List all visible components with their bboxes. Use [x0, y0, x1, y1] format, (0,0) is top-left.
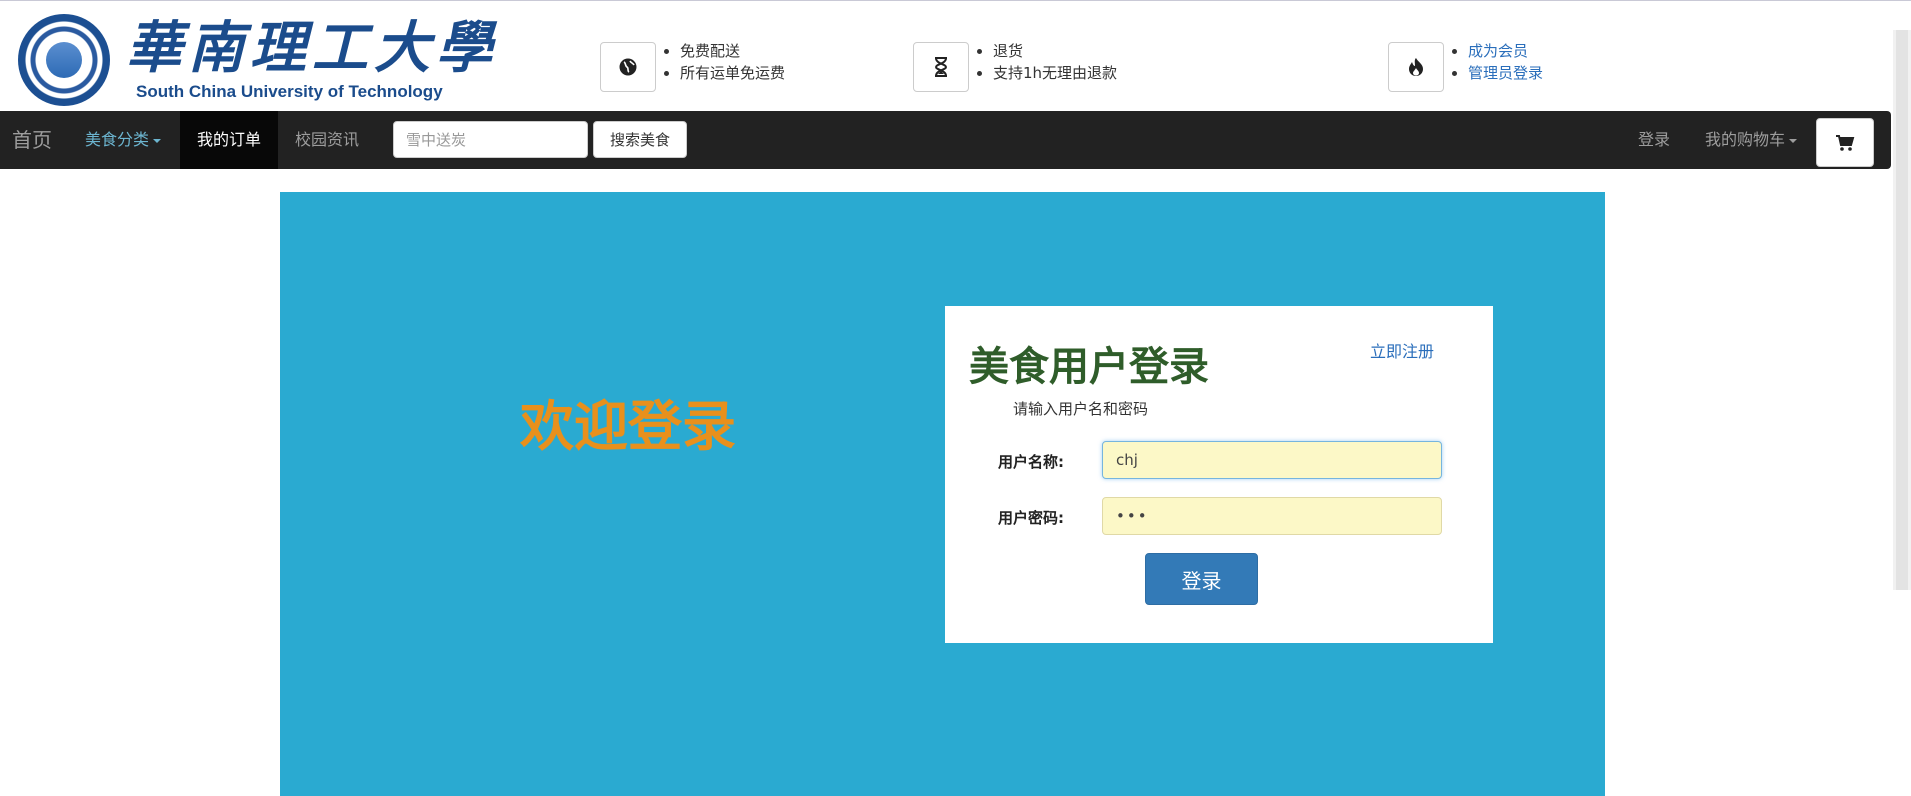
login-panel: 欢迎登录 美食用户登录 立即注册 请输入用户名和密码 用户名称: 用户密码: 登…	[280, 192, 1605, 796]
become-member-item: 成为会员	[1468, 40, 1543, 62]
university-logo[interactable]: 華南理工大學 South China University of Technol…	[18, 14, 492, 106]
hourglass-icon	[913, 42, 969, 92]
login-submit-button[interactable]: 登录	[1145, 553, 1258, 605]
logo-chinese-name: 華南理工大學	[126, 15, 498, 81]
nav-category-dropdown[interactable]: 美食分类	[85, 111, 162, 169]
feature-item: 免费配送	[680, 40, 785, 62]
globe-icon	[600, 42, 656, 92]
admin-login-link[interactable]: 管理员登录	[1468, 64, 1543, 82]
feature-item: 所有运单免运费	[680, 62, 785, 84]
password-label: 用户密码:	[998, 509, 1064, 527]
page-scrollbar[interactable]	[1893, 30, 1911, 590]
nav-home[interactable]: 首页	[12, 111, 52, 169]
password-field[interactable]	[1102, 497, 1442, 535]
nav-cart-dropdown[interactable]: 我的购物车	[1705, 111, 1798, 169]
login-title: 美食用户登录	[969, 344, 1209, 390]
search-button[interactable]: 搜索美食	[593, 121, 687, 158]
shopping-cart-icon	[1836, 134, 1855, 151]
nav-cart-label: 我的购物车	[1705, 130, 1786, 149]
login-card: 美食用户登录 立即注册 请输入用户名和密码 用户名称: 用户密码: 登录	[945, 306, 1493, 643]
admin-login-item: 管理员登录	[1468, 62, 1543, 84]
main-navbar: 首页 美食分类 我的订单 校园资讯 搜索美食 登录 我的购物车	[0, 111, 1891, 169]
username-field[interactable]	[1102, 441, 1442, 479]
become-member-link[interactable]: 成为会员	[1468, 42, 1528, 60]
feature-item: 退货	[993, 40, 1117, 62]
nav-login[interactable]: 登录	[1638, 111, 1670, 169]
username-label: 用户名称:	[998, 453, 1064, 471]
university-seal-icon	[18, 14, 110, 106]
search-input[interactable]	[393, 121, 588, 158]
nav-my-orders[interactable]: 我的订单	[180, 111, 278, 169]
cart-button[interactable]	[1816, 118, 1874, 167]
welcome-heading: 欢迎登录	[520, 394, 736, 458]
login-hint: 请输入用户名和密码	[1013, 400, 1149, 418]
register-link[interactable]: 立即注册	[1370, 338, 1434, 362]
chevron-down-icon	[1789, 138, 1798, 143]
scrollbar-thumb[interactable]	[1896, 30, 1908, 590]
fire-icon	[1388, 42, 1444, 92]
logo-english-name: South China University of Technology	[136, 82, 443, 101]
chevron-down-icon	[153, 138, 162, 143]
watermark-text: https://blog.csdn.net/JAVAblankchj	[1660, 766, 1900, 782]
nav-category-label: 美食分类	[85, 130, 150, 149]
feature-item: 支持1h无理由退款	[993, 62, 1117, 84]
site-header: 華南理工大學 South China University of Technol…	[0, 6, 1890, 110]
nav-campus-news[interactable]: 校园资讯	[295, 111, 359, 169]
